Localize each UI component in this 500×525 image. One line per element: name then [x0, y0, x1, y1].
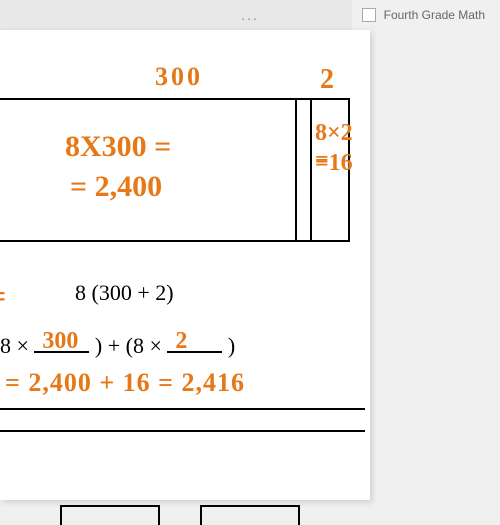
handwritten-8x300: 8X300 =: [65, 130, 171, 164]
area-box-top: [0, 98, 350, 100]
bottom-boxes-row: [60, 505, 300, 525]
tab-checkbox-icon: [362, 8, 376, 22]
printed-fill-expression: 8 × 300 ) + (8 × 2 ): [0, 333, 370, 359]
tab-label: Fourth Grade Math: [384, 8, 485, 22]
handwritten-2400: = 2,400: [70, 170, 162, 204]
blank-2: 2: [167, 333, 222, 353]
printed-distributive: 8 (300 + 2): [75, 280, 174, 306]
handwritten-16: =16: [315, 150, 353, 177]
handwritten-equals-1: =: [0, 278, 6, 315]
top-toolbar: ... Fourth Grade Math: [0, 0, 500, 30]
handwritten-300-label: 300: [155, 62, 203, 92]
area-box-divider-1: [295, 98, 297, 242]
area-box-bottom: [0, 240, 350, 242]
blank-1: 300: [34, 333, 89, 353]
area-box-divider-2: [310, 98, 312, 242]
small-box-2: [200, 505, 300, 525]
printed-suffix: ): [222, 333, 235, 358]
handwritten-fill-300: 300: [42, 328, 78, 355]
printed-mid: ) + (8 ×: [89, 333, 167, 358]
horizontal-divider-2: [0, 430, 365, 432]
handwritten-sum-line: = 2,400 + 16 = 2,416: [5, 368, 245, 398]
small-box-1: [60, 505, 160, 525]
horizontal-divider-1: [0, 408, 365, 410]
ellipsis-menu[interactable]: ...: [241, 7, 259, 23]
printed-prefix: 8 ×: [0, 333, 34, 358]
document-page: 300 2 8X300 = = 2,400 8×2 = =16 = 8 (300…: [0, 30, 370, 500]
document-tab[interactable]: Fourth Grade Math: [352, 0, 500, 30]
handwritten-2-label: 2: [320, 64, 334, 96]
handwritten-fill-2: 2: [175, 328, 187, 355]
